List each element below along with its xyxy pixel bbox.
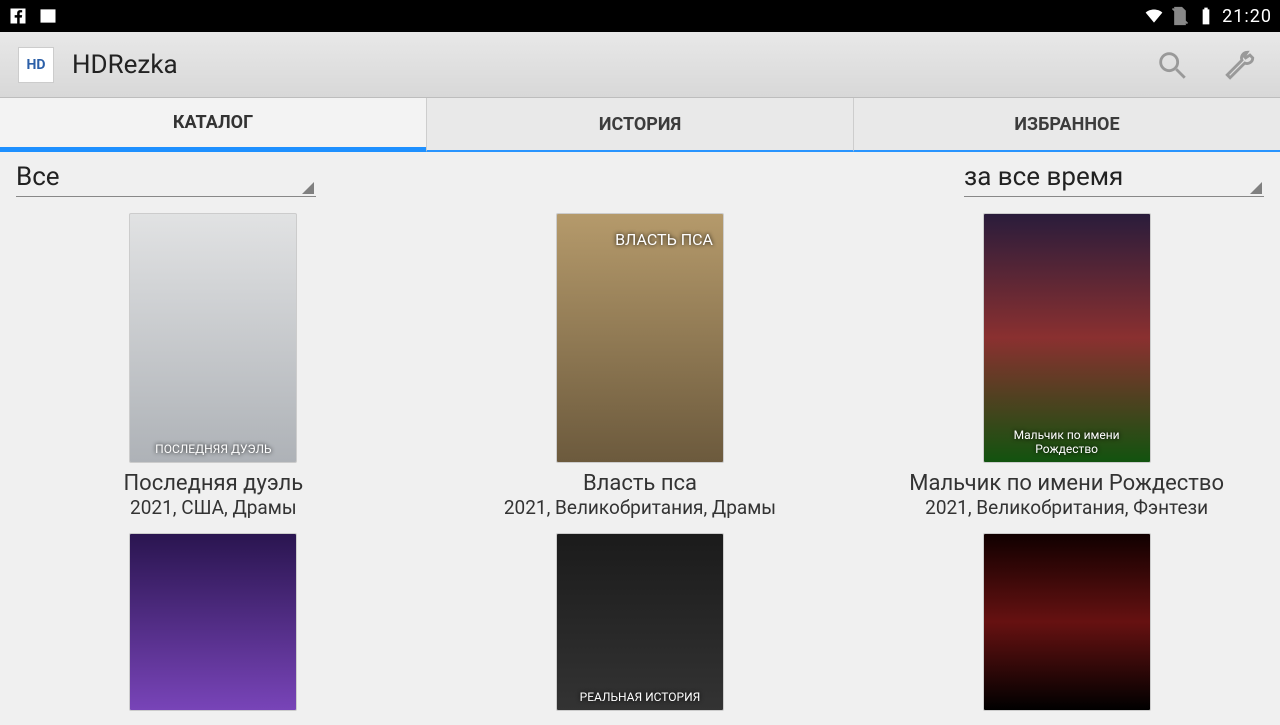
- facebook-icon: [8, 6, 28, 26]
- movie-cell[interactable]: ПОСЛЕДНЯЯ ДУЭЛЬ Последняя дуэль2021, США,…: [0, 213, 427, 533]
- movie-grid: ПОСЛЕДНЯЯ ДУЭЛЬ Последняя дуэль2021, США,…: [0, 201, 1280, 725]
- filter-bar: Все за все время: [0, 152, 1280, 201]
- movie-cell[interactable]: Мальчик по имени Рождество Мальчик по име…: [853, 213, 1280, 533]
- no-sim-icon: [1170, 6, 1190, 26]
- movie-title: Власть пса: [583, 471, 697, 496]
- tab-history[interactable]: ИСТОРИЯ: [426, 98, 853, 152]
- movie-cell[interactable]: [853, 533, 1280, 725]
- dropdown-triangle-icon: [1250, 182, 1262, 194]
- movie-title: Мальчик по имени Рождество: [909, 471, 1224, 496]
- movie-poster[interactable]: [129, 533, 297, 711]
- clock: 21:20: [1222, 6, 1272, 27]
- tab-catalog[interactable]: КАТАЛОГ: [0, 98, 426, 152]
- period-spinner[interactable]: за все время: [964, 160, 1264, 197]
- spinner-value: за все время: [964, 162, 1123, 192]
- spinner-value: Все: [16, 162, 60, 192]
- gallery-icon: [38, 6, 58, 26]
- movie-cell[interactable]: ВЛАСТЬ ПСА Власть пса2021, Великобритания…: [427, 213, 854, 533]
- tab-bar: КАТАЛОГ ИСТОРИЯ ИЗБРАННОЕ: [0, 98, 1280, 152]
- movie-cell[interactable]: РЕАЛЬНАЯ ИСТОРИЯ: [427, 533, 854, 725]
- poster-overlay-text: РЕАЛЬНАЯ ИСТОРИЯ: [557, 534, 723, 710]
- tab-favorites[interactable]: ИЗБРАННОЕ: [853, 98, 1280, 152]
- app-title: HDRezka: [72, 50, 178, 80]
- wifi-icon: [1144, 6, 1164, 26]
- poster-overlay-text: ПОСЛЕДНЯЯ ДУЭЛЬ: [130, 214, 296, 462]
- poster-overlay-text: Мальчик по имени Рождество: [984, 214, 1150, 462]
- tab-label: КАТАЛОГ: [173, 112, 253, 133]
- app-bar: HD HDRezka: [0, 32, 1280, 98]
- movie-poster[interactable]: Мальчик по имени Рождество: [983, 213, 1151, 463]
- movie-meta: 2021, Великобритания, Фэнтези: [925, 496, 1208, 519]
- dropdown-triangle-icon: [302, 182, 314, 194]
- settings-wrench-icon[interactable]: [1218, 43, 1262, 87]
- battery-icon: [1196, 6, 1216, 26]
- tab-label: ИСТОРИЯ: [599, 114, 681, 135]
- movie-poster[interactable]: ПОСЛЕДНЯЯ ДУЭЛЬ: [129, 213, 297, 463]
- search-icon[interactable]: [1150, 43, 1194, 87]
- app-logo: HD: [18, 47, 54, 83]
- poster-overlay-text: ВЛАСТЬ ПСА: [557, 214, 723, 462]
- movie-poster[interactable]: РЕАЛЬНАЯ ИСТОРИЯ: [556, 533, 724, 711]
- movie-poster[interactable]: ВЛАСТЬ ПСА: [556, 213, 724, 463]
- movie-poster[interactable]: [983, 533, 1151, 711]
- status-bar: 21:20: [0, 0, 1280, 32]
- category-spinner[interactable]: Все: [16, 160, 316, 197]
- tab-label: ИЗБРАННОЕ: [1014, 114, 1119, 135]
- movie-meta: 2021, США, Драмы: [130, 496, 297, 519]
- movie-cell[interactable]: [0, 533, 427, 725]
- movie-title: Последняя дуэль: [123, 471, 303, 496]
- movie-meta: 2021, Великобритания, Драмы: [504, 496, 776, 519]
